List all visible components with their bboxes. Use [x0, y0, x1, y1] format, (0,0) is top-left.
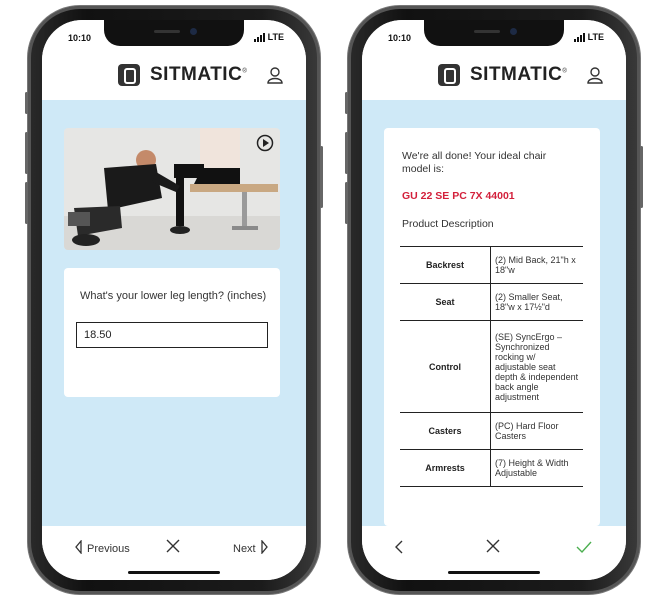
app-header: SITMATIC® — [42, 54, 306, 100]
user-icon[interactable] — [266, 66, 284, 89]
spec-label: Control — [400, 320, 491, 413]
brand-logo: SITMATIC® — [438, 64, 567, 86]
question-panel: What's your lower leg length? (inches) 1… — [42, 100, 306, 526]
bottom-nav — [362, 526, 626, 580]
network-status: LTE — [573, 32, 604, 42]
spec-value: (SE) SyncErgo – Synchronized rocking w/ … — [490, 320, 583, 413]
brand-logo: SITMATIC® — [118, 64, 247, 86]
spec-value: (2) Mid Back, 21"h x 18"w — [490, 246, 583, 284]
table-row: Seat (2) Smaller Seat, 18"w x 17½"d — [400, 283, 583, 321]
check-icon — [576, 540, 592, 557]
brand-name: SITMATIC® — [470, 64, 568, 85]
spec-table: Backrest (2) Mid Back, 21"h x 18"w Seat (2… — [400, 246, 583, 487]
result-card: We're all done! Your ideal chair model i… — [384, 128, 600, 526]
next-label: Next — [233, 542, 256, 555]
home-indicator — [448, 571, 540, 574]
chair-logo-icon — [438, 64, 460, 86]
product-description-heading: Product Description — [402, 218, 494, 230]
phone-left: 10:10 LTE SITMATIC® What's your lower le… — [25, 6, 323, 594]
close-button[interactable] — [165, 538, 181, 557]
home-indicator — [128, 571, 220, 574]
chevron-right-icon — [260, 539, 269, 557]
model-code: GU 22 SE PC 7X 44001 — [402, 190, 515, 202]
phone-button — [640, 146, 643, 208]
phone-button — [25, 92, 28, 114]
close-icon — [485, 538, 501, 557]
instruction-video[interactable] — [64, 128, 280, 250]
table-row: Backrest (2) Mid Back, 21"h x 18"w — [400, 246, 583, 284]
user-icon[interactable] — [586, 66, 604, 89]
app-header: SITMATIC® — [362, 54, 626, 100]
phone-button — [345, 182, 348, 224]
spec-label: Armrests — [400, 449, 491, 487]
screen-right: 10:10 LTE SITMATIC® We're all done! Your… — [362, 20, 626, 580]
spec-label: Casters — [400, 412, 491, 450]
chevron-left-icon — [74, 539, 83, 557]
confirm-button[interactable] — [576, 540, 592, 557]
phone-right: 10:10 LTE SITMATIC® We're all done! Your… — [345, 6, 643, 594]
result-panel: We're all done! Your ideal chair model i… — [362, 100, 626, 526]
signal-icon — [253, 33, 265, 42]
next-button[interactable]: Next — [233, 539, 269, 557]
phone-button — [320, 146, 323, 208]
play-icon[interactable] — [256, 134, 274, 157]
phone-button — [345, 132, 348, 174]
close-button[interactable] — [485, 538, 501, 557]
table-row: Armrests (7) Height & Width Adjustable — [400, 449, 583, 487]
leg-length-input[interactable]: 18.50 — [76, 322, 268, 348]
chair-logo-icon — [118, 64, 140, 86]
bottom-nav: Previous Next — [42, 526, 306, 580]
network-status: LTE — [253, 32, 284, 42]
phone-button — [25, 132, 28, 174]
brand-name: SITMATIC® — [150, 64, 248, 85]
phone-button — [25, 182, 28, 224]
spec-value: (2) Smaller Seat, 18"w x 17½"d — [490, 283, 583, 321]
network-label: LTE — [267, 32, 284, 42]
result-intro: We're all done! Your ideal chair model i… — [402, 150, 547, 175]
close-icon — [165, 538, 181, 557]
back-button[interactable] — [394, 539, 404, 558]
chevron-left-icon — [394, 539, 404, 558]
status-time: 10:10 — [68, 33, 92, 43]
table-row: Control (SE) SyncErgo – Synchronized rock… — [400, 320, 583, 413]
screen-left: 10:10 LTE SITMATIC® What's your lower le… — [42, 20, 306, 580]
spec-value: (7) Height & Width Adjustable — [490, 449, 583, 487]
network-label: LTE — [587, 32, 604, 42]
notch — [104, 20, 244, 46]
question-text: What's your lower leg length? (inches) — [80, 290, 267, 302]
question-card: What's your lower leg length? (inches) 1… — [64, 268, 280, 397]
status-time: 10:10 — [388, 33, 412, 43]
previous-button[interactable]: Previous — [74, 539, 130, 557]
phone-button — [345, 92, 348, 114]
previous-label: Previous — [87, 542, 130, 555]
spec-label: Seat — [400, 283, 491, 321]
signal-icon — [573, 33, 585, 42]
spec-label: Backrest — [400, 246, 491, 284]
notch — [424, 20, 564, 46]
table-row: Casters (PC) Hard Floor Casters — [400, 412, 583, 450]
spec-value: (PC) Hard Floor Casters — [490, 412, 583, 450]
